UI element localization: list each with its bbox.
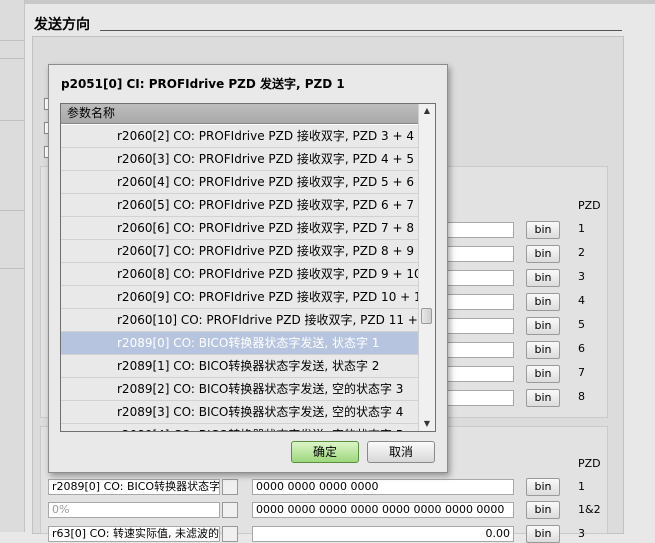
vertical-scrollbar[interactable]: ▲ ▼ [418,104,435,431]
list-item[interactable]: r2060[2] CO: PROFIdrive PZD 接收双字, PZD 3 … [61,125,419,148]
source-select-button[interactable] [222,526,238,542]
list-item[interactable]: r2089[2] CO: BICO转换器状态字发送, 空的状态字 3 [61,378,419,401]
scroll-down-arrow-icon[interactable]: ▼ [419,417,435,431]
section-title: 发送方向 [34,17,90,33]
parameter-list[interactable]: 参数名称 r2060[2] CO: PROFIdrive PZD 接收双字, P… [60,103,436,432]
pzd-header: PZD [578,199,601,212]
scroll-up-arrow-icon[interactable]: ▲ [419,104,435,118]
section-divider [100,30,622,31]
cancel-button[interactable]: 取消 [367,441,435,463]
list-item[interactable]: r2089[1] CO: BICO转换器状态字发送, 状态字 2 [61,355,419,378]
source-field[interactable]: 0% [48,502,220,518]
pzd-number: 6 [578,342,585,355]
pzd-number: 2 [578,246,585,259]
bin-button[interactable]: bin [526,389,560,407]
column-header-parameter-name[interactable]: 参数名称 [61,104,419,124]
parameter-rows: r2060[2] CO: PROFIdrive PZD 接收双字, PZD 3 … [61,125,419,431]
list-item[interactable]: r2060[10] CO: PROFIdrive PZD 接收双字, PZD 1… [61,309,419,332]
parameter-select-dialog: p2051[0] CI: PROFIdrive PZD 发送字, PZD 1 参… [48,64,448,473]
pzd-number: 4 [578,294,585,307]
list-item[interactable]: r2060[6] CO: PROFIdrive PZD 接收双字, PZD 7 … [61,217,419,240]
value-field: 0000 0000 0000 0000 0000 0000 0000 0000 [252,502,514,518]
value-field: 0.00 [252,526,514,542]
source-select-button[interactable] [222,479,238,495]
bin-button[interactable]: bin [526,525,560,543]
bin-button[interactable]: bin [526,317,560,335]
list-item[interactable]: r2089[4] CO: BICO转换器状态字发送, 空的状态字 5 [61,424,419,431]
source-field[interactable]: r2089[0] CO: BICO转换器状态字 [48,479,220,495]
bin-button[interactable]: bin [526,478,560,496]
value-field: 0000 0000 0000 0000 [252,479,514,495]
left-sidebar-strip [0,0,25,532]
pzd-header-bottom: PZD [578,457,601,470]
bin-button[interactable]: bin [526,501,560,519]
pzd-number: 8 [578,390,585,403]
list-item[interactable]: r2060[9] CO: PROFIdrive PZD 接收双字, PZD 10… [61,286,419,309]
list-item[interactable]: r2089[3] CO: BICO转换器状态字发送, 空的状态字 4 [61,401,419,424]
list-item-selected[interactable]: r2089[0] CO: BICO转换器状态字发送, 状态字 1 [61,332,419,355]
pzd-number: 5 [578,318,585,331]
bin-button[interactable]: bin [526,245,560,263]
ok-button[interactable]: 确定 [291,441,359,463]
source-field[interactable]: r63[0] CO: 转速实际值, 未滤波的 [48,526,220,542]
dialog-title: p2051[0] CI: PROFIdrive PZD 发送字, PZD 1 [61,77,345,91]
pzd-number: 1 [578,222,585,235]
bin-button[interactable]: bin [526,269,560,287]
list-item[interactable]: r2060[4] CO: PROFIdrive PZD 接收双字, PZD 5 … [61,171,419,194]
pzd-number: 1&2 [578,503,601,516]
list-item[interactable]: r2060[5] CO: PROFIdrive PZD 接收双字, PZD 6 … [61,194,419,217]
list-item[interactable]: r2060[3] CO: PROFIdrive PZD 接收双字, PZD 4 … [61,148,419,171]
pzd-number: 3 [578,270,585,283]
pzd-number: 3 [578,527,585,540]
bin-button[interactable]: bin [526,365,560,383]
pzd-number: 7 [578,366,585,379]
list-item[interactable]: r2060[7] CO: PROFIdrive PZD 接收双字, PZD 8 … [61,240,419,263]
bin-button[interactable]: bin [526,293,560,311]
bin-button[interactable]: bin [526,341,560,359]
list-item[interactable]: r2060[8] CO: PROFIdrive PZD 接收双字, PZD 9 … [61,263,419,286]
top-bar [0,0,655,4]
pzd-number: 1 [578,480,585,493]
bin-button[interactable]: bin [526,221,560,239]
source-select-button[interactable] [222,502,238,518]
scroll-thumb[interactable] [421,308,432,324]
